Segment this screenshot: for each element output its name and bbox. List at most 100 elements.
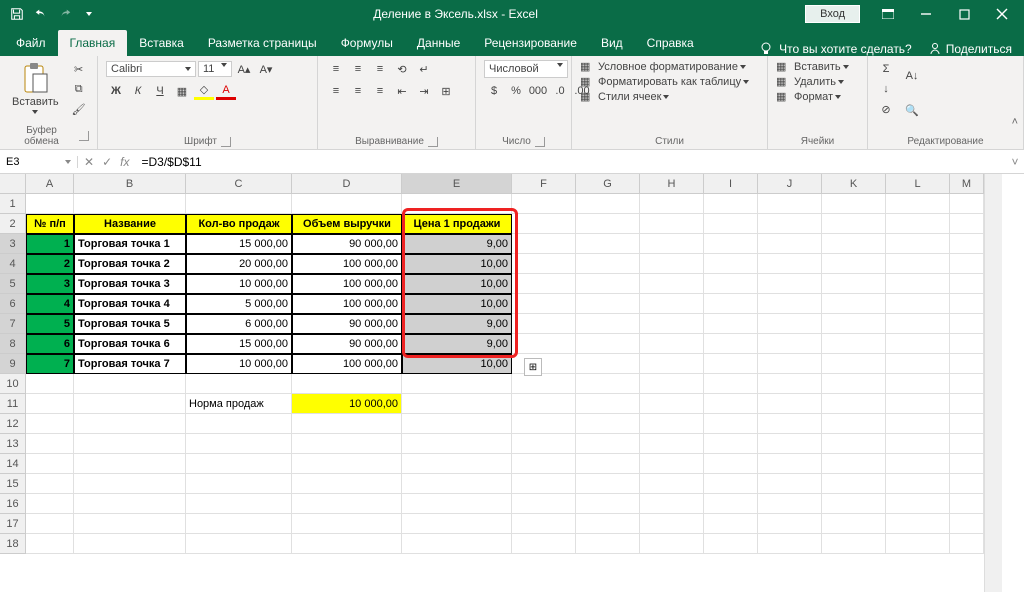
col-header[interactable]: I	[704, 174, 758, 194]
align-launcher-icon[interactable]	[428, 137, 438, 147]
cell[interactable]	[758, 334, 822, 354]
cell[interactable]	[640, 234, 704, 254]
cell[interactable]	[576, 494, 640, 514]
row-header[interactable]: 11	[0, 394, 26, 414]
cell[interactable]	[512, 194, 576, 214]
cell[interactable]: 5	[26, 314, 74, 334]
increase-decimal-icon[interactable]: .0	[550, 82, 570, 100]
cell[interactable]	[26, 474, 74, 494]
font-name-select[interactable]: Calibri	[106, 61, 196, 77]
cell[interactable]: 90 000,00	[292, 314, 402, 334]
col-header[interactable]: B	[74, 174, 186, 194]
fill-icon[interactable]: ↓	[876, 80, 896, 98]
cell[interactable]	[758, 414, 822, 434]
cell[interactable]	[704, 514, 758, 534]
tab-help[interactable]: Справка	[635, 30, 706, 56]
cell[interactable]	[822, 474, 886, 494]
tab-data[interactable]: Данные	[405, 30, 472, 56]
align-top-icon[interactable]: ≡	[326, 60, 346, 78]
cell[interactable]	[74, 494, 186, 514]
share-button[interactable]: Поделиться	[928, 42, 1012, 56]
cell[interactable]: Название	[74, 214, 186, 234]
clear-icon[interactable]: ⊘	[876, 100, 896, 118]
cell[interactable]: 10 000,00	[186, 354, 292, 374]
cell[interactable]	[822, 434, 886, 454]
cell[interactable]	[576, 194, 640, 214]
cell[interactable]	[822, 514, 886, 534]
cell[interactable]	[26, 454, 74, 474]
cell[interactable]	[576, 454, 640, 474]
cell[interactable]	[822, 394, 886, 414]
cell[interactable]	[292, 494, 402, 514]
cell[interactable]	[512, 394, 576, 414]
cell[interactable]	[950, 494, 984, 514]
cell[interactable]	[576, 514, 640, 534]
cell[interactable]	[292, 194, 402, 214]
cell[interactable]	[758, 454, 822, 474]
cell[interactable]	[950, 374, 984, 394]
cell[interactable]	[886, 414, 950, 434]
cell[interactable]	[576, 254, 640, 274]
cell[interactable]: Торговая точка 7	[74, 354, 186, 374]
cell[interactable]	[822, 534, 886, 554]
cell[interactable]: 6 000,00	[186, 314, 292, 334]
cell[interactable]	[758, 274, 822, 294]
cell[interactable]	[74, 514, 186, 534]
cell[interactable]	[950, 474, 984, 494]
cell[interactable]	[704, 374, 758, 394]
cell[interactable]	[886, 314, 950, 334]
conditional-formatting-button[interactable]: ▦Условное форматирование	[580, 60, 746, 73]
row-header[interactable]: 10	[0, 374, 26, 394]
cell[interactable]	[758, 254, 822, 274]
cell[interactable]	[822, 334, 886, 354]
row-header[interactable]: 18	[0, 534, 26, 554]
fill-color-icon[interactable]: ◇	[194, 82, 214, 100]
cell[interactable]	[704, 194, 758, 214]
row-header[interactable]: 13	[0, 434, 26, 454]
cell[interactable]	[886, 394, 950, 414]
cell[interactable]	[950, 394, 984, 414]
cell[interactable]	[292, 534, 402, 554]
cell[interactable]	[886, 194, 950, 214]
cell[interactable]	[822, 414, 886, 434]
fx-icon[interactable]: fx	[120, 155, 129, 169]
cell[interactable]	[26, 534, 74, 554]
row-header[interactable]: 17	[0, 514, 26, 534]
cell[interactable]	[758, 534, 822, 554]
cell[interactable]	[950, 234, 984, 254]
expand-formula-bar-icon[interactable]: ˅	[1006, 155, 1024, 169]
cell[interactable]	[822, 454, 886, 474]
cell[interactable]	[886, 434, 950, 454]
cell[interactable]	[704, 334, 758, 354]
cell[interactable]: 2	[26, 254, 74, 274]
cell[interactable]	[886, 274, 950, 294]
cell[interactable]	[640, 314, 704, 334]
cell[interactable]: 9,00	[402, 234, 512, 254]
cell[interactable]	[402, 474, 512, 494]
cell[interactable]	[576, 374, 640, 394]
cell[interactable]	[512, 454, 576, 474]
cell[interactable]	[758, 374, 822, 394]
cell[interactable]	[640, 494, 704, 514]
cell[interactable]: 10 000,00	[292, 394, 402, 414]
cell[interactable]	[512, 514, 576, 534]
grid-body[interactable]: ⊞ № п/пНазваниеКол-во продажОбъем выручк…	[26, 194, 984, 554]
cell[interactable]	[640, 214, 704, 234]
undo-icon[interactable]	[30, 3, 52, 25]
row-header[interactable]: 2	[0, 214, 26, 234]
row-header[interactable]: 14	[0, 454, 26, 474]
cell[interactable]	[512, 334, 576, 354]
cell[interactable]	[576, 314, 640, 334]
cell[interactable]	[512, 234, 576, 254]
increase-indent-icon[interactable]: ⇥	[414, 82, 434, 100]
cell[interactable]	[512, 474, 576, 494]
qat-dropdown-icon[interactable]	[78, 3, 100, 25]
cell[interactable]	[74, 434, 186, 454]
cell[interactable]	[402, 454, 512, 474]
row-header[interactable]: 5	[0, 274, 26, 294]
cell[interactable]	[576, 214, 640, 234]
cell[interactable]	[402, 534, 512, 554]
format-painter-icon[interactable]: 🖌	[69, 100, 89, 118]
cell[interactable]	[26, 194, 74, 214]
cell[interactable]	[512, 434, 576, 454]
